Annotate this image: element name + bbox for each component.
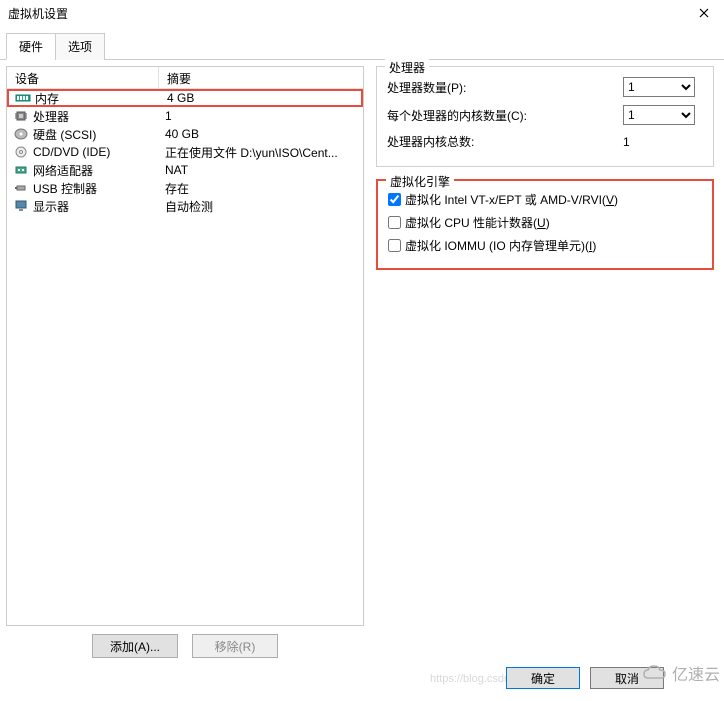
device-summary: 1 [159,109,363,123]
list-item-network[interactable]: 网络适配器 NAT [7,161,363,179]
list-item-usb[interactable]: USB 控制器 存在 [7,179,363,197]
tabs: 硬件 选项 [0,32,724,60]
device-list: 设备 摘要 内存 4 GB 处理器 1 [6,66,364,626]
device-label: USB 控制器 [33,180,97,197]
device-label: CD/DVD (IDE) [33,145,110,159]
vt-checkbox[interactable] [388,193,401,206]
cores-per-cpu-label: 每个处理器的内核数量(C): [387,107,623,124]
device-summary: 正在使用文件 D:\yun\ISO\Cent... [159,144,363,161]
tab-hardware[interactable]: 硬件 [6,33,56,60]
device-label: 内存 [35,90,59,107]
total-cores-label: 处理器内核总数: [387,133,623,150]
memory-icon [15,92,31,104]
add-button[interactable]: 添加(A)... [92,634,178,658]
header-summary[interactable]: 摘要 [159,67,363,88]
cloud-icon [642,664,668,682]
iommu-label[interactable]: 虚拟化 IOMMU (IO 内存管理单元)(I) [405,237,596,254]
device-summary: 40 GB [159,127,363,141]
virt-group-title: 虚拟化引擎 [386,173,454,190]
watermark-text: 亿速云 [672,661,720,685]
list-body: 内存 4 GB 处理器 1 硬盘 (SCSI) 40 GB [7,89,363,215]
display-icon [13,200,29,212]
device-summary: NAT [159,163,363,177]
tab-options[interactable]: 选项 [55,33,105,60]
close-button[interactable] [684,0,724,26]
window-title: 虚拟机设置 [8,5,68,22]
close-icon [699,8,709,18]
list-header: 设备 摘要 [7,67,363,89]
left-panel: 设备 摘要 内存 4 GB 处理器 1 [6,66,364,658]
iommu-checkbox[interactable] [388,239,401,252]
remove-button[interactable]: 移除(R) [192,634,278,658]
titlebar: 虚拟机设置 [0,0,724,26]
processor-group: 处理器 处理器数量(P): 1 每个处理器的内核数量(C): 1 处理器内核总数… [376,66,714,167]
header-device[interactable]: 设备 [7,67,159,88]
list-item-cpu[interactable]: 处理器 1 [7,107,363,125]
cpu-count-select[interactable]: 1 [623,77,695,97]
device-label: 显示器 [33,198,69,215]
vt-label[interactable]: 虚拟化 Intel VT-x/EPT 或 AMD-V/RVI(V) [405,191,618,208]
device-label: 网络适配器 [33,162,93,179]
perf-counter-checkbox[interactable] [388,216,401,229]
cpu-count-label: 处理器数量(P): [387,79,623,96]
content-area: 设备 摘要 内存 4 GB 处理器 1 [0,60,724,664]
right-panel: 处理器 处理器数量(P): 1 每个处理器的内核数量(C): 1 处理器内核总数… [372,66,718,658]
device-summary: 自动检测 [159,198,363,215]
virtualization-group: 虚拟化引擎 虚拟化 Intel VT-x/EPT 或 AMD-V/RVI(V) … [376,179,714,270]
cd-icon [13,146,29,158]
list-item-disk[interactable]: 硬盘 (SCSI) 40 GB [7,125,363,143]
device-summary: 存在 [159,180,363,197]
usb-icon [13,182,29,194]
device-label: 处理器 [33,108,69,125]
cpu-icon [13,110,29,122]
processor-group-title: 处理器 [385,59,429,76]
watermark: 亿速云 [642,661,720,685]
device-summary: 4 GB [161,91,361,105]
list-item-display[interactable]: 显示器 自动检测 [7,197,363,215]
disk-icon [13,128,29,140]
bottom-buttons: 确定 取消 [506,667,664,689]
perf-counter-label[interactable]: 虚拟化 CPU 性能计数器(U) [405,214,550,231]
network-icon [13,164,29,176]
ok-button[interactable]: 确定 [506,667,580,689]
cores-per-cpu-select[interactable]: 1 [623,105,695,125]
list-item-memory[interactable]: 内存 4 GB [7,89,363,107]
total-cores-value: 1 [623,135,703,149]
device-buttons: 添加(A)... 移除(R) [6,634,364,658]
device-label: 硬盘 (SCSI) [33,126,96,143]
list-item-cd[interactable]: CD/DVD (IDE) 正在使用文件 D:\yun\ISO\Cent... [7,143,363,161]
